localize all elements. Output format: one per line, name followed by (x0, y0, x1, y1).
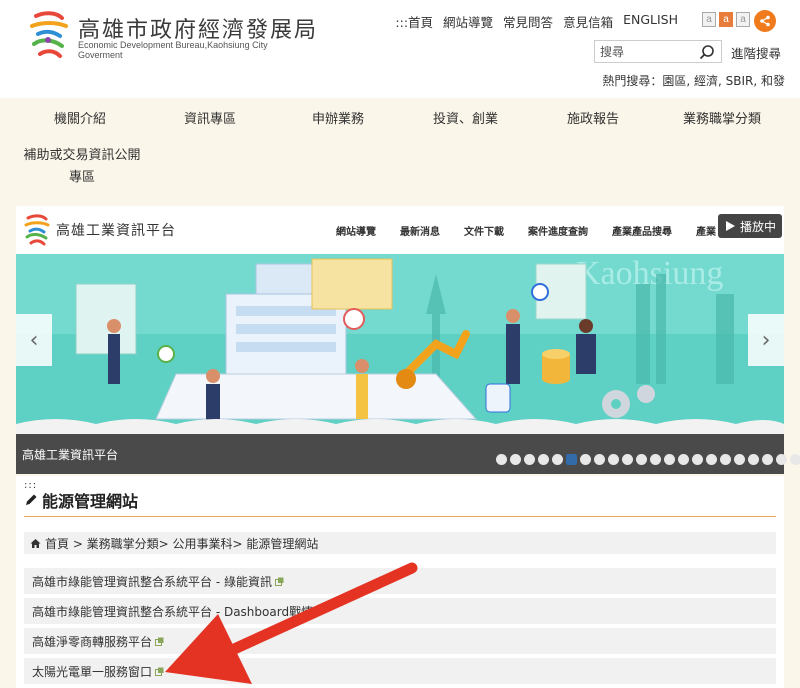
toplink-faq[interactable]: 常見問答 (503, 12, 553, 31)
search-input[interactable] (595, 41, 693, 63)
share-icon (760, 15, 770, 27)
hot-search: 熱門搜尋：園區, 經濟, SBIR, 和發 (602, 74, 785, 88)
link-item-green-energy-info[interactable]: 高雄市綠能管理資訊整合系統平台 - 綠能資訊 (24, 568, 776, 594)
slide-dot[interactable] (650, 454, 661, 465)
nav-item-info[interactable]: 資訊專區 (184, 108, 236, 127)
slide-dot[interactable] (552, 454, 563, 465)
chevron-right-icon: › (761, 327, 771, 353)
banner-prev-button[interactable]: ‹ (16, 314, 52, 366)
font-size-large-button[interactable]: a (736, 12, 750, 27)
slide-dot[interactable] (692, 454, 703, 465)
toplink-feedback[interactable]: 意見信箱 (563, 12, 613, 31)
nav-item-invest[interactable]: 投資、創業 (433, 108, 498, 127)
breadcrumb: 首頁 > 業務職掌分類> 公用事業科> 能源管理網站 (24, 532, 776, 554)
platform-links: 網站導覽 最新消息 文件下載 案件進度查詢 產業產品搜尋 產業 (336, 223, 716, 238)
main-nav: 機關介紹 資訊專區 申辦業務 投資、創業 施政報告 業務職掌分類 補助或交易資訊… (0, 98, 800, 193)
slide-dot[interactable] (678, 454, 689, 465)
title-divider (24, 516, 776, 517)
link-label: 高雄淨零商轉服務平台 (32, 634, 153, 649)
nav-item-subsidy[interactable]: 補助或交易資訊公開專區 (18, 145, 146, 189)
slide-dot[interactable] (762, 454, 773, 465)
link-item-dashboard[interactable]: 高雄市綠能管理資訊整合系統平台 - Dashboard戰情 (24, 598, 776, 624)
external-link-icon (155, 667, 164, 676)
pencil-icon (26, 494, 37, 505)
home-icon[interactable] (30, 538, 41, 549)
slide-dot[interactable] (664, 454, 675, 465)
link-item-net-zero[interactable]: 高雄淨零商轉服務平台 (24, 628, 776, 654)
nav-item-reports[interactable]: 施政報告 (567, 108, 619, 127)
slide-dot[interactable] (720, 454, 731, 465)
slide-dot[interactable] (636, 454, 647, 465)
toplink-english[interactable]: ENGLISH (623, 12, 678, 31)
toplink-home[interactable]: :::首頁 (395, 12, 433, 31)
breadcrumb-text[interactable]: 首頁 > 業務職掌分類> 公用事業科> 能源管理網站 (45, 535, 318, 552)
share-button[interactable] (754, 10, 776, 32)
link-label: 太陽光電單一服務窗口 (32, 664, 153, 679)
toplink-sitemap[interactable]: 網站導覽 (443, 12, 493, 31)
play-label: 播放中 (740, 219, 777, 234)
kaohsiung-logo-icon[interactable] (26, 10, 72, 60)
search-box (594, 40, 722, 63)
font-size-medium-button[interactable]: a (719, 12, 733, 27)
platform-link-industry[interactable]: 產業 (696, 223, 716, 238)
top-links: :::首頁 網站導覽 常見問答 意見信箱 ENGLISH (395, 12, 678, 31)
link-label: 高雄市綠能管理資訊整合系統平台 - 綠能資訊 (32, 574, 272, 589)
slide-dot[interactable] (538, 454, 549, 465)
slide-dot[interactable] (594, 454, 605, 465)
nav-item-divisions[interactable]: 業務職掌分類 (683, 108, 761, 127)
nav-item-services[interactable]: 申辦業務 (312, 108, 364, 127)
page-title: 能源管理網站 (24, 488, 138, 512)
slide-dot[interactable] (524, 454, 535, 465)
platform-logo-icon (24, 214, 50, 246)
main-content: ::: 能源管理網站 首頁 > 業務職掌分類> 公用事業科> 能源管理網站 高雄… (16, 476, 784, 688)
chevron-left-icon: ‹ (29, 327, 39, 353)
slide-dot[interactable] (608, 454, 619, 465)
play-icon (726, 221, 735, 231)
nav-item-about[interactable]: 機關介紹 (54, 108, 106, 127)
advanced-search-link[interactable]: 進階搜尋 (731, 43, 781, 62)
banner-illustration: Kaohsiung (16, 254, 784, 434)
slide-dot[interactable] (566, 454, 577, 465)
slide-dot[interactable] (734, 454, 745, 465)
banner-next-button[interactable]: › (748, 314, 784, 366)
slide-dot[interactable] (776, 454, 787, 465)
banner-nav: 高雄工業資訊平台 網站導覽 最新消息 文件下載 案件進度查詢 產業產品搜尋 產業 (16, 206, 784, 254)
slide-dot[interactable] (622, 454, 633, 465)
play-pause-button[interactable]: 播放中 (718, 214, 782, 238)
platform-link-downloads[interactable]: 文件下載 (464, 223, 504, 238)
link-label: 高雄市綠能管理資訊整合系統平台 - Dashboard戰情 (32, 604, 314, 619)
external-link-icon (155, 637, 164, 646)
platform-link-news[interactable]: 最新消息 (400, 223, 440, 238)
font-size-switcher: a a a (702, 12, 750, 27)
search-icon[interactable] (699, 44, 715, 60)
link-item-solar-window[interactable]: 太陽光電單一服務窗口 (24, 658, 776, 684)
slide-indicators (496, 454, 800, 465)
slide-dot[interactable] (790, 454, 800, 465)
slide-dot[interactable] (706, 454, 717, 465)
site-subtitle: Economic Development Bureau,Kaohsiung Ci… (78, 40, 268, 60)
platform-link-sitemap[interactable]: 網站導覽 (336, 223, 376, 238)
slide-dot[interactable] (496, 454, 507, 465)
slide-dot[interactable] (510, 454, 521, 465)
site-header: 高雄市政府經濟發展局 Economic Development Bureau,K… (0, 0, 800, 98)
banner-caption-bar: 高雄工業資訊平台 (16, 434, 800, 474)
platform-link-case-status[interactable]: 案件進度查詢 (528, 223, 588, 238)
page-title-text: 能源管理網站 (42, 492, 139, 511)
platform-link-product-search[interactable]: 產業產品搜尋 (612, 223, 672, 238)
platform-title[interactable]: 高雄工業資訊平台 (56, 220, 176, 240)
slide-dot[interactable] (580, 454, 591, 465)
banner-section: 高雄工業資訊平台 網站導覽 最新消息 文件下載 案件進度查詢 產業產品搜尋 產業… (16, 206, 800, 474)
slide-dot[interactable] (748, 454, 759, 465)
banner-caption: 高雄工業資訊平台 (22, 448, 119, 462)
font-size-small-button[interactable]: a (702, 12, 716, 27)
external-link-icon (274, 577, 284, 586)
